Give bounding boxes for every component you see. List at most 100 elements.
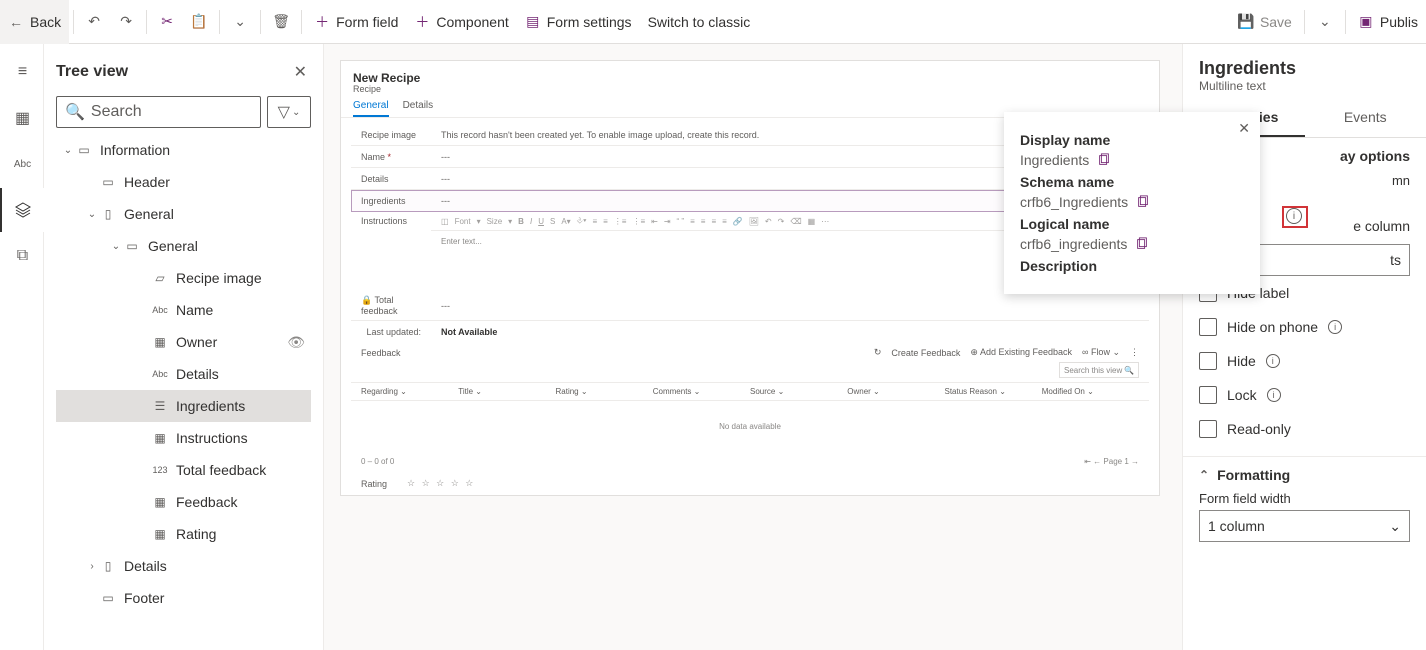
tree-node-details[interactable]: Abc Details [56, 358, 311, 390]
tree-node-total-feedback[interactable]: 123 Total feedback [56, 454, 311, 486]
info-icon[interactable]: i [1267, 388, 1281, 402]
refresh-icon[interactable]: ↻ [874, 347, 882, 358]
form-settings-label: Form settings [547, 14, 632, 30]
table-column-info-icon[interactable]: i [1286, 208, 1302, 224]
col[interactable]: Source ⌄ [750, 387, 847, 396]
switch-classic-button[interactable]: Switch to classic [640, 0, 759, 44]
popup-close-button[interactable]: ✕ [1238, 120, 1250, 137]
check-hide-on-phone[interactable]: Hide on phonei [1199, 310, 1410, 344]
flow-button[interactable]: ∞ Flow ⌄ [1082, 347, 1120, 358]
tree-node-instructions[interactable]: ▦ Instructions [56, 422, 311, 454]
subgrid-icon: ▦ [152, 526, 168, 542]
search-placeholder: Search [91, 103, 142, 121]
section-formatting[interactable]: ⌃ Formatting [1199, 467, 1410, 483]
rail-components[interactable]: ▦ [0, 96, 44, 140]
cut-button[interactable]: ✂ [151, 0, 183, 44]
grid-search-input[interactable]: Search this view🔍 [1059, 362, 1139, 378]
back-arrow-icon: ← [8, 14, 24, 30]
col[interactable]: Modified On ⌄ [1042, 387, 1139, 396]
copy-icon[interactable] [1136, 195, 1150, 209]
tree-node-rating[interactable]: ▦ Rating [56, 518, 311, 550]
info-icon[interactable]: i [1266, 354, 1280, 368]
feedback-header: Feedback ↻ Create Feedback ⊕ Add Existin… [351, 343, 1149, 362]
tree-node-footer[interactable]: ▭ Footer [56, 582, 311, 614]
tree-node-general-tab[interactable]: ⌄ ▯ General [56, 198, 311, 230]
delete-button[interactable]: 🗑 [265, 0, 297, 44]
info-icon[interactable]: i [1328, 320, 1342, 334]
hidden-icon: 👁 [287, 334, 311, 351]
col[interactable]: Comments ⌄ [653, 387, 750, 396]
tree-node-header[interactable]: ▭ Header [56, 166, 311, 198]
tree-node-feedback[interactable]: ▦ Feedback [56, 486, 311, 518]
publish-button[interactable]: ▣ Publis [1350, 0, 1426, 44]
tree-title: Tree view [56, 63, 128, 81]
chevron-right-icon: › [84, 561, 100, 572]
form-tab-details[interactable]: Details [403, 100, 434, 117]
tree-node-owner[interactable]: ▦ Owner 👁 [56, 326, 311, 358]
tree-node-details-tab[interactable]: › ▯ Details [56, 550, 311, 582]
check-read-only[interactable]: Read-only [1199, 412, 1410, 446]
tree-node-general-section[interactable]: ⌄ ▭ General [56, 230, 311, 262]
col[interactable]: Owner ⌄ [847, 387, 944, 396]
table-column-link[interactable]: e column [1353, 218, 1410, 234]
add-component-button[interactable]: ＋ Component [406, 0, 516, 44]
lookup-icon: ▦ [152, 334, 168, 350]
props-tab-events[interactable]: Events [1305, 99, 1426, 137]
more-icon[interactable]: ⋮ [1130, 347, 1139, 358]
grid-header: Regarding ⌄ Title ⌄ Rating ⌄ Comments ⌄ … [351, 382, 1149, 401]
pager-range: 0 – 0 of 0 [361, 457, 394, 466]
rail-data[interactable]: ⧉ [0, 234, 44, 278]
form-icon: ▭ [76, 142, 92, 158]
tree-close-button[interactable]: ✕ [290, 58, 311, 86]
save-dropdown[interactable]: ⌄ [1309, 0, 1341, 44]
rail-hamburger[interactable]: ≡ [0, 50, 44, 94]
save-button[interactable]: 💾 Save [1230, 0, 1300, 44]
redo-icon: ↷ [118, 14, 134, 30]
form-tab-general[interactable]: General [353, 100, 389, 117]
col[interactable]: Rating ⌄ [556, 387, 653, 396]
col[interactable]: Title ⌄ [458, 387, 555, 396]
add-form-field-button[interactable]: ＋ Form field [306, 0, 406, 44]
field-label: mn [1392, 173, 1410, 188]
section-icon: ▭ [100, 590, 116, 606]
save-icon: 💾 [1238, 14, 1254, 30]
search-icon: 🔍 [1124, 366, 1134, 375]
tree-node-ingredients[interactable]: ☰ Ingredients [56, 390, 311, 422]
rail-text[interactable]: Abc [0, 142, 44, 186]
settings-icon: ▤ [525, 14, 541, 30]
tree-node-information[interactable]: ⌄ ▭ Information [56, 134, 311, 166]
paste-button[interactable]: 📋 [183, 0, 215, 44]
tree-node-recipe-image[interactable]: ▱ Recipe image [56, 262, 311, 294]
rating-row: Rating ☆ ☆ ☆ ☆ ☆ [351, 472, 1149, 495]
add-existing-button[interactable]: ⊕ Add Existing Feedback [970, 347, 1072, 358]
rail-tree[interactable] [0, 188, 44, 232]
copy-icon[interactable] [1097, 153, 1111, 167]
row-label: Ingredients [351, 192, 431, 210]
check-hide[interactable]: Hidei [1199, 344, 1410, 378]
section-icon: ▭ [124, 238, 140, 254]
col[interactable]: Status Reason ⌄ [945, 387, 1042, 396]
paste-icon: 📋 [191, 14, 207, 30]
tree-search-input[interactable]: 🔍 Search [56, 96, 261, 128]
create-feedback-button[interactable]: Create Feedback [891, 348, 960, 358]
publish-label: Publis [1380, 14, 1418, 30]
back-button[interactable]: ← Back [0, 0, 69, 44]
tree-filter-button[interactable]: ▽⌄ [267, 96, 311, 128]
rating-stars[interactable]: ☆ ☆ ☆ ☆ ☆ [407, 478, 475, 489]
grid-empty: No data available [351, 401, 1149, 451]
section-label: ay options [1340, 148, 1410, 164]
redo-button[interactable]: ↷ [110, 0, 142, 44]
tree-label: Information [100, 142, 170, 158]
paste-dropdown[interactable]: ⌄ [224, 0, 256, 44]
undo-button[interactable]: ↶ [78, 0, 110, 44]
check-lock[interactable]: Locki [1199, 378, 1410, 412]
component-label: Component [436, 14, 508, 30]
col[interactable]: Regarding ⌄ [361, 387, 458, 396]
text-icon: Abc [152, 302, 168, 318]
copy-icon[interactable] [1135, 237, 1149, 251]
tree-node-name[interactable]: Abc Name [56, 294, 311, 326]
form-settings-button[interactable]: ▤ Form settings [517, 0, 640, 44]
chevron-down-icon: ⌄ [84, 209, 100, 220]
width-select[interactable]: 1 column ⌄ [1199, 510, 1410, 542]
number-icon: 123 [152, 462, 168, 478]
